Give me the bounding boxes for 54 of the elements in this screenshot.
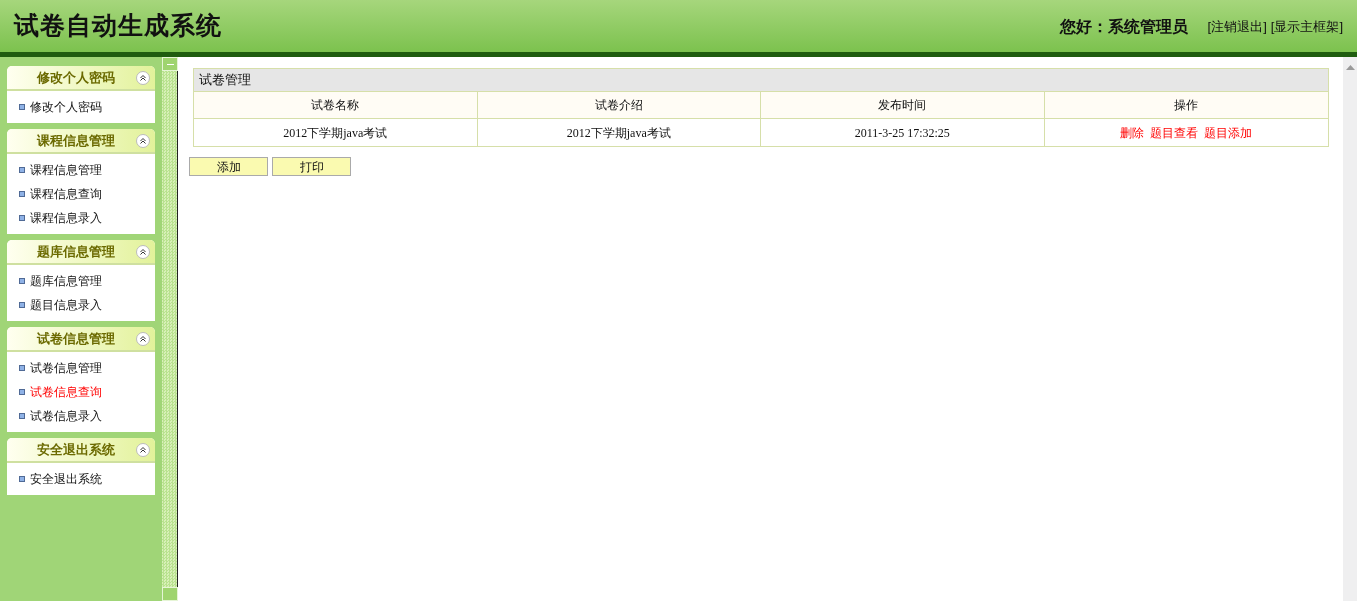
menu-panel-header[interactable]: 修改个人密码 xyxy=(7,66,155,91)
menu-item[interactable]: 题库信息管理 xyxy=(7,269,155,293)
scroll-up-icon[interactable] xyxy=(1345,65,1355,70)
menu-item[interactable]: 修改个人密码 xyxy=(7,95,155,119)
column-header: 试卷名称 xyxy=(194,92,478,118)
bullet-icon xyxy=(19,389,25,395)
menu-item[interactable]: 试卷信息查询 xyxy=(7,380,155,404)
menu-item[interactable]: 课程信息录入 xyxy=(7,206,155,230)
column-header: 操作 xyxy=(1173,97,1200,114)
collapse-icon[interactable] xyxy=(136,332,150,346)
collapse-button[interactable] xyxy=(162,57,178,71)
bullet-icon xyxy=(19,167,25,173)
action-link[interactable]: 题目查看 xyxy=(1150,123,1199,142)
action-link[interactable]: 删除 xyxy=(1120,123,1145,142)
column-header: 试卷介绍 xyxy=(477,92,761,118)
menu-panel-title: 安全退出系统 xyxy=(37,440,115,459)
header-link[interactable]: [显示主框架] xyxy=(1270,17,1343,37)
table-cell: 2011-3-25 17:32:25 xyxy=(761,119,1045,146)
action-button[interactable]: 添加 xyxy=(189,157,268,176)
collapse-icon[interactable] xyxy=(136,71,150,85)
bullet-icon xyxy=(19,278,25,284)
column-header: 发布时间 xyxy=(761,92,1045,118)
menu-item[interactable]: 试卷信息管理 xyxy=(7,356,155,380)
bullet-icon xyxy=(19,365,25,371)
action-link[interactable]: 题目添加 xyxy=(1204,123,1253,142)
table-cell: 2012下学期java考试 xyxy=(194,119,478,146)
menu-panel-header[interactable]: 课程信息管理 xyxy=(7,129,155,154)
menu-item[interactable]: 试卷信息录入 xyxy=(7,404,155,428)
menu-panel-header[interactable]: 安全退出系统 xyxy=(7,438,155,463)
menu-item[interactable]: 安全退出系统 xyxy=(7,467,155,491)
bullet-icon xyxy=(19,302,25,308)
table-title: 试卷管理 xyxy=(194,69,1328,92)
menu-panel-header[interactable]: 题库信息管理 xyxy=(7,240,155,265)
menu-panel-title: 题库信息管理 xyxy=(37,242,115,261)
bullet-icon xyxy=(19,413,25,419)
menu-item[interactable]: 课程信息查询 xyxy=(7,182,155,206)
bullet-icon xyxy=(19,104,25,110)
menu-panel-title: 试卷信息管理 xyxy=(37,329,115,348)
app-title: 试卷自动生成系统 xyxy=(14,10,222,42)
menu-panel-header[interactable]: 试卷信息管理 xyxy=(7,327,155,352)
collapse-icon[interactable] xyxy=(136,245,150,259)
greeting-text: 您好：系统管理员 xyxy=(1059,17,1188,37)
header-link[interactable]: [注销退出] xyxy=(1207,17,1267,37)
menu-item[interactable]: 课程信息管理 xyxy=(7,158,155,182)
menu-item[interactable]: 题目信息录入 xyxy=(7,293,155,317)
collapse-icon[interactable] xyxy=(136,134,150,148)
bullet-icon xyxy=(19,476,25,482)
table-cell: 2012下学期java考试 xyxy=(477,119,761,146)
bullet-icon xyxy=(19,191,25,197)
menu-panel-title: 修改个人密码 xyxy=(37,68,115,87)
bullet-icon xyxy=(19,215,25,221)
action-button[interactable]: 打印 xyxy=(272,157,351,176)
menu-panel-title: 课程信息管理 xyxy=(37,131,115,150)
collapse-icon[interactable] xyxy=(136,443,150,457)
